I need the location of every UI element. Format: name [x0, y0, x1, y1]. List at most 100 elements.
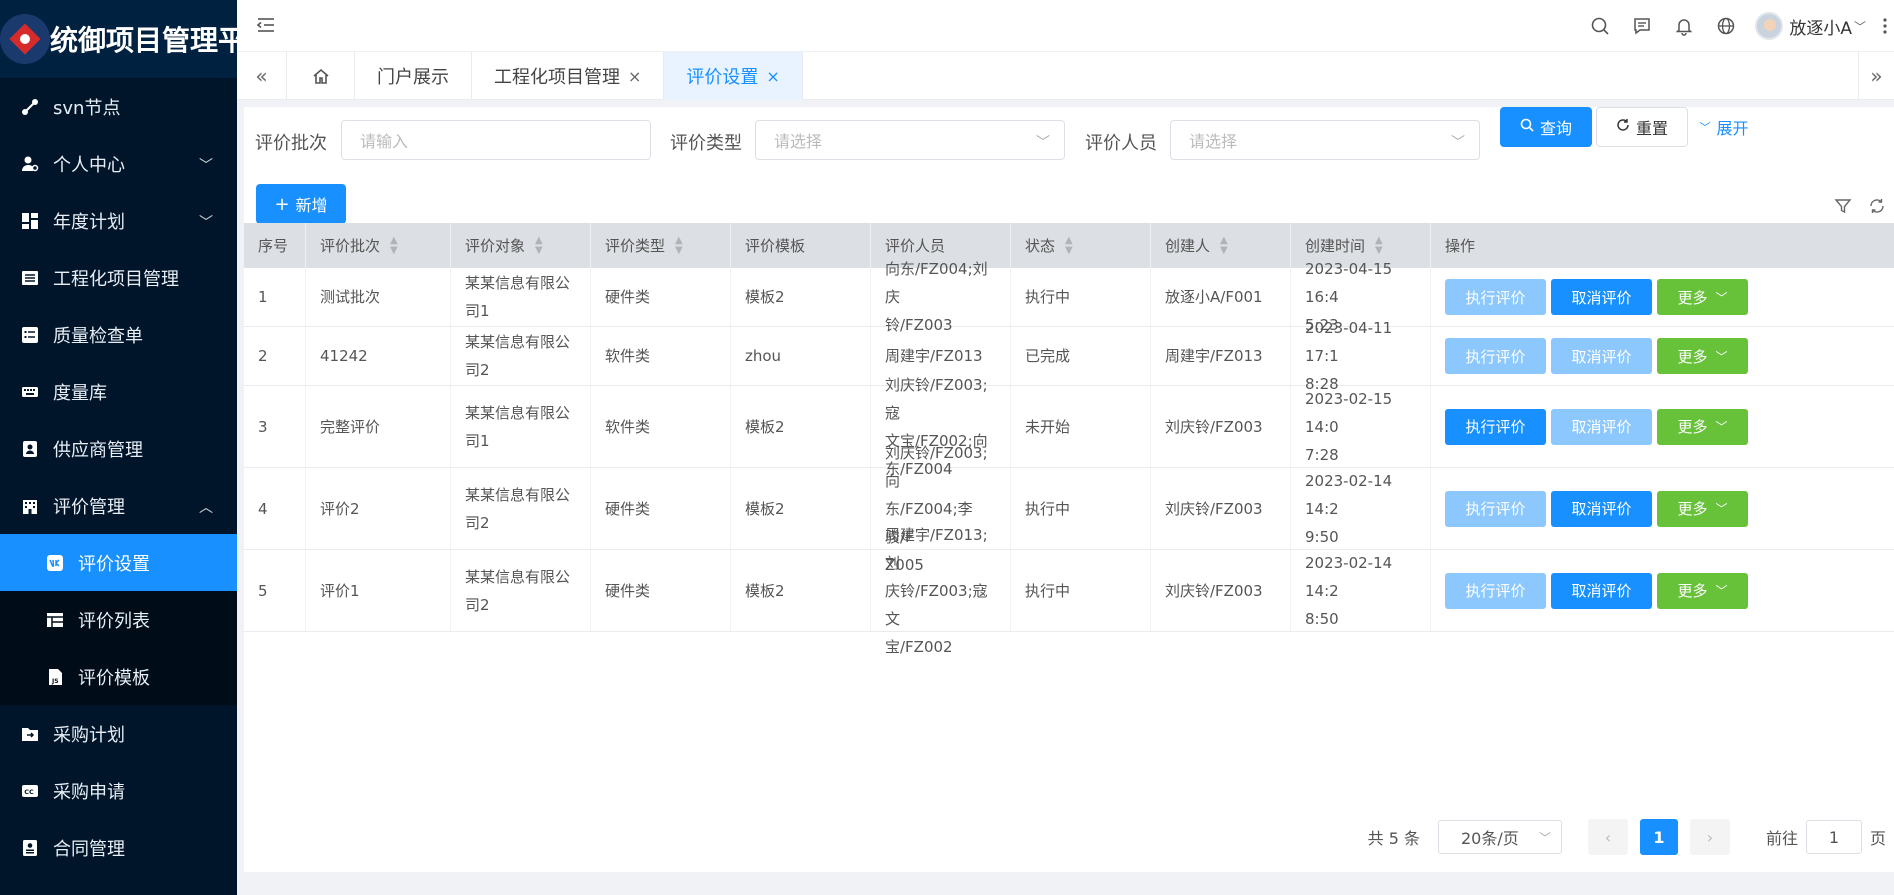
sort-icon[interactable]: ▲ ▼ [1065, 235, 1073, 256]
sidebar-subitem-0[interactable]: 评价设置 [0, 534, 237, 591]
sort-icon[interactable]: ▲ ▼ [1375, 235, 1383, 256]
contact-card-icon [19, 438, 41, 460]
column-header[interactable]: 评价对象 ▲ ▼ [451, 223, 591, 268]
sort-icon[interactable]: ▲ ▼ [675, 235, 683, 256]
user-gear-icon [19, 153, 41, 175]
tab-home[interactable] [287, 52, 355, 100]
column-header[interactable]: 状态 ▲ ▼ [1011, 223, 1151, 268]
column-header[interactable]: 评价类型 ▲ ▼ [591, 223, 731, 268]
filter-icon[interactable] [1826, 195, 1860, 217]
sidebar-item-5[interactable]: 度量库 [0, 363, 237, 420]
tab-scroll-right-icon[interactable]: » [1858, 52, 1894, 100]
more-button[interactable]: 更多 ﹀ [1657, 279, 1748, 315]
column-header[interactable]: 评价批次 ▲ ▼ [306, 223, 451, 268]
menu-collapse-icon[interactable] [255, 14, 277, 36]
sidebar-item-label: 年度计划 [53, 211, 125, 233]
sidebar-item-3[interactable]: 工程化项目管理 [0, 249, 237, 306]
query-label: 查询 [1539, 119, 1572, 138]
sidebar-item-after-1[interactable]: CC 采购申请 [0, 762, 237, 819]
tab-scroll-left-icon[interactable]: « [237, 52, 287, 100]
cancel-evaluation-button[interactable]: 取消评价 [1551, 490, 1652, 527]
cancel-evaluation-button[interactable]: 取消评价 [1551, 408, 1652, 445]
sort-icon[interactable]: ▲ ▼ [1220, 235, 1228, 256]
execute-evaluation-button[interactable]: 执行评价 [1445, 408, 1546, 445]
page-1-button[interactable]: 1 [1639, 819, 1678, 855]
add-button[interactable]: + 新增 [256, 184, 346, 224]
table-icon [44, 609, 66, 631]
sidebar-menu: svn节点 个人中心 ﹀ 年度计划 ﹀ 工程化项目管理 质量检查单 度量库 供应商管理 评价管理 ︿ [0, 78, 237, 534]
cell-ops: 执行评价 取消评价 更多 ﹀ [1431, 468, 1894, 549]
bell-icon[interactable] [1663, 0, 1705, 52]
more-button[interactable]: 更多 ﹀ [1657, 408, 1748, 445]
close-icon[interactable]: × [766, 67, 779, 86]
cell-template-text: 模板2 [745, 581, 785, 600]
sidebar-item-after-2[interactable]: 合同管理 [0, 819, 237, 876]
tab-label: 工程化项目管理 [494, 67, 620, 88]
cell-seq-text: 3 [258, 417, 268, 436]
cell-creator-text: 刘庆铃/FZ003 [1165, 417, 1263, 436]
cell-time: 2023-02-14 14:2 9:50 [1291, 468, 1431, 549]
execute-evaluation-button[interactable]: 执行评价 [1445, 338, 1546, 374]
column-header-label: 评价模板 [745, 237, 806, 255]
close-icon[interactable]: × [628, 67, 641, 86]
sort-icon[interactable]: ▲ ▼ [390, 235, 398, 256]
more-vertical-icon[interactable] [1876, 0, 1894, 52]
more-button[interactable]: 更多 ﹀ [1657, 338, 1748, 374]
goto-page-input[interactable]: 1 [1805, 820, 1862, 854]
sidebar-item-4[interactable]: 质量检查单 [0, 306, 237, 363]
cancel-evaluation-button[interactable]: 取消评价 [1551, 338, 1652, 374]
cell-creator: 周建宇/FZ013 [1151, 327, 1291, 385]
sidebar-item-7[interactable]: 评价管理 ︿ [0, 477, 237, 534]
execute-evaluation-button[interactable]: 执行评价 [1445, 279, 1546, 315]
column-header-label: 操作 [1445, 237, 1476, 255]
cell-time-line: 7:28 [1305, 445, 1339, 464]
sort-icon[interactable]: ▲ ▼ [535, 235, 543, 256]
next-page-button[interactable]: › [1689, 819, 1730, 855]
more-button[interactable]: 更多 ﹀ [1657, 490, 1748, 527]
sidebar-subitem-2[interactable]: JS 评价模板 [0, 648, 237, 705]
chevron-down-icon: ﹀ [1538, 831, 1551, 845]
cell-template: 模板2 [731, 468, 871, 549]
person-select[interactable]: 请选择 ﹀ [1170, 120, 1480, 160]
cell-object-line: 某某信息有限公 [465, 485, 571, 504]
page-size-select[interactable]: 20条/页 ﹀ [1437, 820, 1562, 854]
tab-1[interactable]: 工程化项目管理 × [472, 52, 665, 100]
sidebar-item-0[interactable]: svn节点 [0, 78, 237, 135]
column-header-label: 创建人 [1165, 237, 1211, 255]
search-icon[interactable] [1579, 0, 1621, 52]
cell-status: 未开始 [1011, 386, 1151, 467]
query-button[interactable]: 查询 [1500, 107, 1592, 147]
sidebar-item-after-0[interactable]: 采购计划 [0, 705, 237, 762]
user-menu[interactable]: 放逐小A ﹀ [1755, 12, 1876, 40]
execute-evaluation-button[interactable]: 执行评价 [1445, 490, 1546, 527]
chevron-down-icon: ﹀ [1699, 121, 1711, 134]
type-select[interactable]: 请选择 ﹀ [755, 120, 1065, 160]
cancel-evaluation-button[interactable]: 取消评价 [1551, 572, 1652, 609]
cell-creator: 刘庆铃/FZ003 [1151, 468, 1291, 549]
refresh-icon[interactable] [1860, 195, 1894, 217]
cell-status-text: 执行中 [1025, 499, 1071, 518]
message-icon[interactable] [1621, 0, 1663, 52]
sidebar-item-6[interactable]: 供应商管理 [0, 420, 237, 477]
batch-input[interactable]: 请输入 [341, 120, 651, 160]
tab-2[interactable]: 评价设置 × [664, 52, 803, 100]
cancel-evaluation-button[interactable]: 取消评价 [1551, 279, 1652, 315]
cell-type-text: 硬件类 [605, 288, 651, 306]
sidebar-subitem-1[interactable]: 评价列表 [0, 591, 237, 648]
execute-evaluation-button[interactable]: 执行评价 [1445, 572, 1546, 609]
main-content: 评价批次 请输入 评价类型 请选择 ﹀ 评价人员 请选择 ﹀ 查询 重置 ﹀ 展… [244, 107, 1894, 872]
expand-link[interactable]: ﹀ 展开 [1694, 107, 1754, 147]
tab-0[interactable]: 门户展示 [355, 52, 472, 100]
sidebar-item-1[interactable]: 个人中心 ﹀ [0, 135, 237, 192]
cell-status: 执行中 [1011, 550, 1151, 631]
sidebar-item-2[interactable]: 年度计划 ﹀ [0, 192, 237, 249]
column-header[interactable]: 创建人 ▲ ▼ [1151, 223, 1291, 268]
expand-label: 展开 [1716, 119, 1749, 138]
prev-page-button[interactable]: ‹ [1587, 819, 1628, 855]
table-toolbar: + 新增 [244, 177, 1894, 227]
folder-arrow-icon [19, 723, 41, 745]
globe-icon[interactable] [1705, 0, 1747, 52]
more-button[interactable]: 更多 ﹀ [1657, 572, 1748, 609]
reset-button[interactable]: 重置 [1596, 107, 1688, 147]
cell-batch-text: 测试批次 [320, 288, 381, 306]
